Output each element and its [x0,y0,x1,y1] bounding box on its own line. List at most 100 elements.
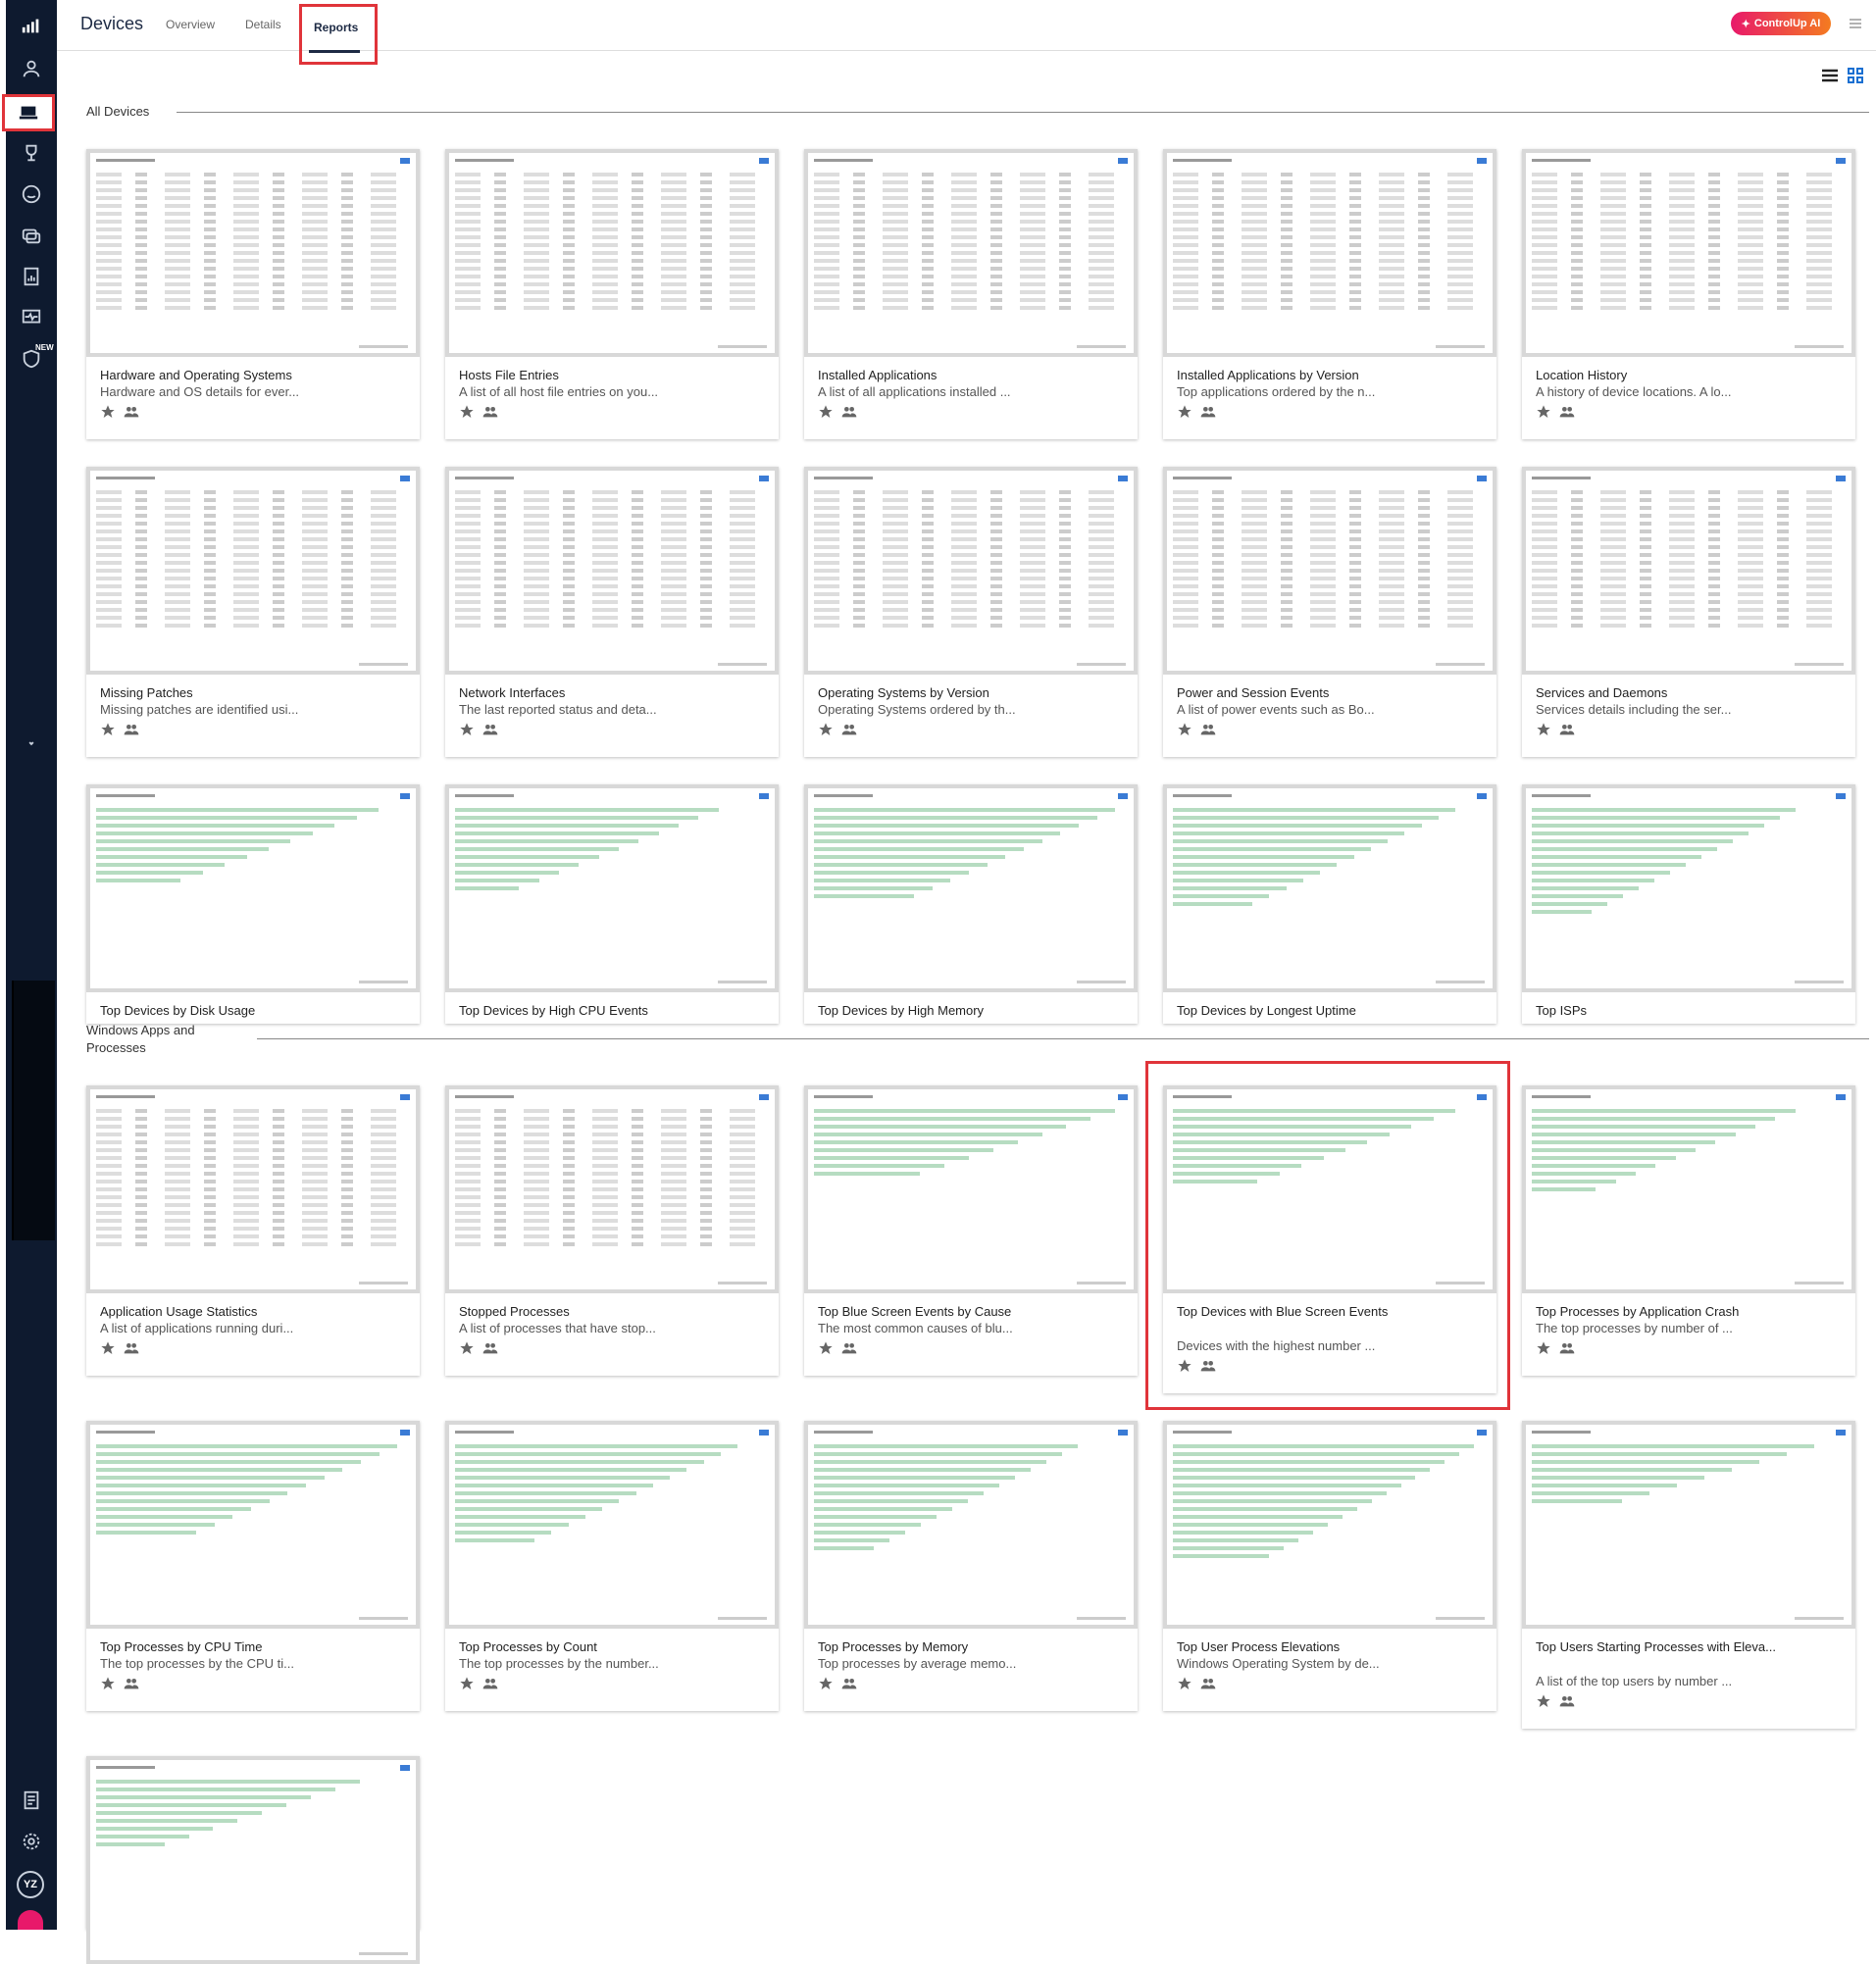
users-icon[interactable] [482,722,498,742]
star-icon[interactable] [459,722,475,742]
avatar[interactable]: YZ [17,1871,44,1898]
report-thumbnail[interactable] [86,149,420,357]
report-card[interactable]: Top Processes by Count The top processes … [445,1421,779,1711]
users-icon[interactable] [124,1676,139,1696]
report-thumbnail[interactable] [445,1421,779,1629]
star-icon[interactable] [1536,404,1551,425]
users-icon[interactable] [1200,722,1216,742]
trophy-icon[interactable] [14,135,49,171]
report-card[interactable]: Hardware and Operating Systems Hardware a… [86,149,420,439]
report-card[interactable]: Hosts File Entries A list of all host fil… [445,149,779,439]
tab-details[interactable]: Details [245,18,281,31]
report-card[interactable]: Installed Applications A list of all appl… [804,149,1138,439]
users-icon[interactable] [1559,722,1575,742]
report-card[interactable]: Top Blue Screen Events by Cause The most … [804,1085,1138,1376]
report-thumbnail[interactable] [445,467,779,675]
report-card[interactable]: Top User Process Elevations Windows Opera… [1163,1421,1496,1711]
report-card[interactable]: Top Users Starting Processes with Eleva.… [1522,1421,1855,1729]
users-icon[interactable] [841,1676,857,1696]
report-card[interactable]: Location History A history of device loca… [1522,149,1855,439]
cloud-stack-icon[interactable] [14,218,49,253]
star-icon[interactable] [459,404,475,425]
user-icon[interactable] [14,51,49,86]
settings-icon[interactable] [14,1824,49,1859]
star-icon[interactable] [100,1340,116,1361]
star-icon[interactable] [100,722,116,742]
chevron-down-icon[interactable] [14,726,49,761]
document-icon[interactable] [14,1783,49,1818]
tab-overview[interactable]: Overview [166,18,215,31]
star-icon[interactable] [1536,722,1551,742]
users-icon[interactable] [1559,1340,1575,1361]
report-thumbnail[interactable] [1522,784,1855,992]
users-icon[interactable] [124,1340,139,1361]
report-thumbnail[interactable] [445,149,779,357]
report-thumbnail[interactable] [1163,784,1496,992]
report-thumbnail[interactable] [445,784,779,992]
users-icon[interactable] [124,404,139,425]
smile-icon[interactable] [14,176,49,212]
star-icon[interactable] [459,1340,475,1361]
users-icon[interactable] [482,1340,498,1361]
report-card[interactable]: Top Processes by CPU Time The top process… [86,1421,420,1711]
report-thumbnail[interactable] [445,1085,779,1293]
grid-view-icon[interactable] [1847,67,1864,84]
users-icon[interactable] [1559,1693,1575,1714]
report-card[interactable]: Stopped Processes A list of processes tha… [445,1085,779,1376]
monitor-pulse-icon[interactable] [14,300,49,335]
report-thumbnail[interactable] [804,1085,1138,1293]
report-thumbnail[interactable] [86,784,420,992]
report-card[interactable]: Operating Systems by Version Operating Sy… [804,467,1138,757]
report-card[interactable]: Top Devices by High Memory [804,784,1138,1024]
users-icon[interactable] [1200,404,1216,425]
star-icon[interactable] [100,404,116,425]
report-card[interactable]: Power and Session Events A list of power … [1163,467,1496,757]
devices-nav-item[interactable] [2,94,55,131]
brand-logo[interactable] [18,1910,43,1930]
report-thumbnail[interactable] [1522,1085,1855,1293]
star-icon[interactable] [1177,722,1192,742]
star-icon[interactable] [818,1340,834,1361]
menu-icon[interactable] [1849,17,1862,30]
report-thumbnail[interactable] [804,149,1138,357]
star-icon[interactable] [459,1676,475,1696]
report-card[interactable]: Network Interfaces The last reported stat… [445,467,779,757]
report-thumbnail[interactable] [1163,1421,1496,1629]
users-icon[interactable] [482,404,498,425]
report-card[interactable]: Top ISPs [1522,784,1855,1024]
users-icon[interactable] [482,1676,498,1696]
report-thumbnail[interactable] [1522,149,1855,357]
report-thumbnail[interactable] [86,467,420,675]
report-thumbnail[interactable] [1522,467,1855,675]
star-icon[interactable] [1536,1693,1551,1714]
report-card[interactable]: Top Devices by High CPU Events [445,784,779,1024]
report-thumbnail[interactable] [1522,1421,1855,1629]
star-icon[interactable] [100,1676,116,1696]
report-card[interactable]: Missing Patches Missing patches are ident… [86,467,420,757]
users-icon[interactable] [1559,404,1575,425]
report-thumbnail[interactable] [86,1421,420,1629]
controlup-ai-button[interactable]: ✦ ControlUp AI [1731,12,1831,35]
report-card[interactable]: Services and Daemons Services details inc… [1522,467,1855,757]
report-card[interactable] [86,1756,420,1964]
report-card[interactable]: Installed Applications by Version Top app… [1163,149,1496,439]
tab-reports[interactable]: Reports [299,4,378,65]
report-thumbnail[interactable] [804,784,1138,992]
report-card[interactable]: Application Usage Statistics A list of ap… [86,1085,420,1376]
users-icon[interactable] [1200,1676,1216,1696]
report-card[interactable]: Top Processes by Memory Top processes by … [804,1421,1138,1711]
star-icon[interactable] [1177,1676,1192,1696]
logo-bars-icon[interactable] [14,8,49,43]
star-icon[interactable] [818,404,834,425]
star-icon[interactable] [818,1676,834,1696]
star-icon[interactable] [818,722,834,742]
report-card[interactable]: Top Processes by Application Crash The to… [1522,1085,1855,1376]
report-thumbnail[interactable] [86,1756,420,1964]
report-card[interactable]: Top Devices by Disk Usage [86,784,420,1024]
report-thumbnail[interactable] [804,467,1138,675]
reports-icon[interactable] [14,259,49,294]
report-thumbnail[interactable] [1163,467,1496,675]
users-icon[interactable] [841,404,857,425]
report-thumbnail[interactable] [86,1085,420,1293]
report-card[interactable]: Top Devices by Longest Uptime [1163,784,1496,1024]
